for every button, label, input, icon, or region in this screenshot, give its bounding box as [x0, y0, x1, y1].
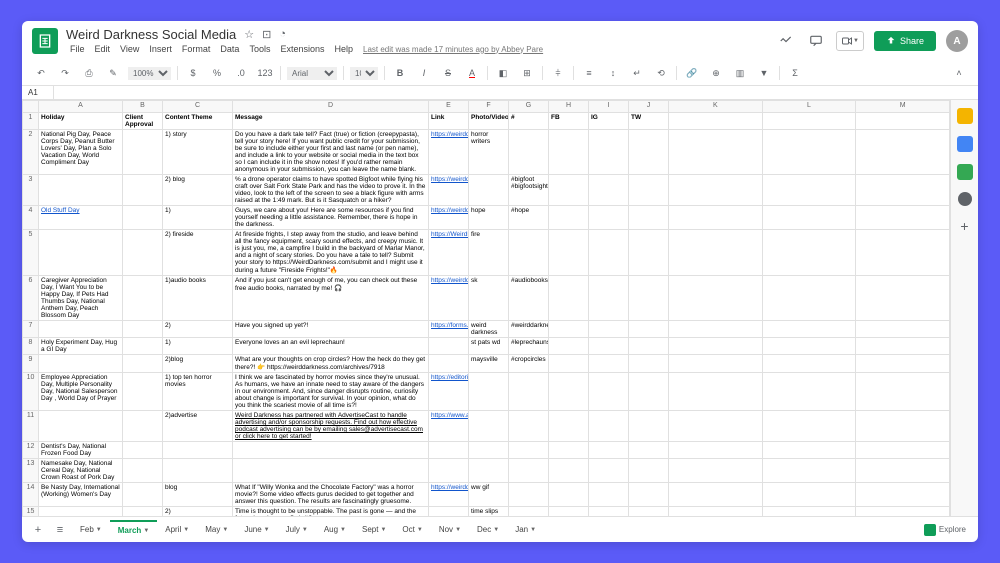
redo-icon[interactable]: ↷: [56, 64, 74, 82]
table-row[interactable]: 6Caregiver Appreciation Day, I Want You …: [23, 276, 950, 321]
history-icon[interactable]: [776, 31, 796, 51]
titlebar: Weird Darkness Social Media ☆ ⊡ ◔ File E…: [22, 21, 978, 61]
sheet-tab-oct[interactable]: Oct ▼: [394, 520, 430, 539]
strike-icon[interactable]: S: [439, 64, 457, 82]
tasks-icon[interactable]: [957, 164, 973, 180]
merge-icon[interactable]: ⫩: [549, 64, 567, 82]
functions-icon[interactable]: Σ: [786, 64, 804, 82]
sheet-tab-jan[interactable]: Jan ▼: [507, 520, 544, 539]
contacts-icon[interactable]: [958, 192, 972, 206]
menu-extensions[interactable]: Extensions: [276, 43, 328, 55]
menu-help[interactable]: Help: [330, 43, 357, 55]
keep-icon[interactable]: [957, 136, 973, 152]
menu-file[interactable]: File: [66, 43, 89, 55]
insert-comment-icon[interactable]: ⊕: [707, 64, 725, 82]
fontsize-select[interactable]: 10: [350, 67, 378, 80]
table-row[interactable]: 8Holy Experiment Day, Hug a GI Day1)Ever…: [23, 338, 950, 355]
share-button[interactable]: Share: [874, 31, 936, 51]
menu-data[interactable]: Data: [216, 43, 243, 55]
menu-insert[interactable]: Insert: [145, 43, 176, 55]
sheet-tabs: + ≡ Feb ▼March ▼April ▼May ▼June ▼July ▼…: [22, 516, 978, 542]
app-window: Weird Darkness Social Media ☆ ⊡ ◔ File E…: [22, 21, 978, 542]
currency-icon[interactable]: $: [184, 64, 202, 82]
table-row[interactable]: 32) blog% a drone operator claims to hav…: [23, 175, 950, 206]
menu-format[interactable]: Format: [178, 43, 215, 55]
sheet-tab-dec[interactable]: Dec ▼: [469, 520, 507, 539]
zoom-select[interactable]: 100%: [128, 67, 171, 80]
menu-view[interactable]: View: [116, 43, 143, 55]
paint-format-icon[interactable]: ✎: [104, 64, 122, 82]
meet-icon[interactable]: ▼: [836, 31, 864, 51]
borders-icon[interactable]: ⊞: [518, 64, 536, 82]
table-row[interactable]: 12Dentist's Day, National Frozen Food Da…: [23, 442, 950, 459]
sheet-tab-feb[interactable]: Feb ▼: [72, 520, 110, 539]
decimal-icon[interactable]: .0: [232, 64, 250, 82]
doc-title[interactable]: Weird Darkness Social Media: [66, 27, 236, 42]
table-row[interactable]: 112)advertiseWeird Darkness has partnere…: [23, 411, 950, 442]
menu-tools[interactable]: Tools: [245, 43, 274, 55]
fillcolor-icon[interactable]: ◧: [494, 64, 512, 82]
avatar[interactable]: A: [946, 30, 968, 52]
column-headers[interactable]: ABCDEFGHIJKLM: [23, 101, 950, 113]
menu-edit[interactable]: Edit: [91, 43, 115, 55]
sheets-logo[interactable]: [32, 28, 58, 54]
star-icon[interactable]: ☆: [244, 28, 254, 41]
table-row[interactable]: 14Be Nasty Day, International (Working) …: [23, 483, 950, 507]
name-box[interactable]: A1: [22, 86, 54, 99]
sheet-tab-april[interactable]: April ▼: [157, 520, 197, 539]
table-row[interactable]: 2National Pig Day, Peace Corps Day, Pean…: [23, 130, 950, 175]
move-icon[interactable]: ⊡: [262, 28, 271, 41]
side-panel: +: [950, 100, 978, 516]
table-row[interactable]: 13Namesake Day, National Cereal Day, Nat…: [23, 459, 950, 483]
more-formats[interactable]: 123: [256, 64, 274, 82]
add-icon[interactable]: +: [960, 218, 968, 234]
last-edit-link[interactable]: Last edit was made 17 minutes ago by Abb…: [363, 45, 543, 54]
link-icon[interactable]: 🔗: [683, 64, 701, 82]
explore-label: Explore: [939, 525, 966, 534]
table-row[interactable]: 92)blogWhat are your thoughts on crop ci…: [23, 355, 950, 373]
filter-icon[interactable]: ▼: [755, 64, 773, 82]
halign-icon[interactable]: ≡: [580, 64, 598, 82]
cloud-icon[interactable]: ◔: [279, 28, 286, 41]
font-select[interactable]: Arial: [287, 67, 337, 80]
sheet-tab-nov[interactable]: Nov ▼: [431, 520, 469, 539]
sheet-tab-july[interactable]: July ▼: [278, 520, 316, 539]
share-label: Share: [900, 36, 924, 46]
calendar-icon[interactable]: [957, 108, 973, 124]
percent-icon[interactable]: %: [208, 64, 226, 82]
undo-icon[interactable]: ↶: [32, 64, 50, 82]
explore-button[interactable]: Explore: [918, 521, 972, 539]
sheet-tab-may[interactable]: May ▼: [197, 520, 236, 539]
table-row[interactable]: 72)Have you signed up yet?!https://forms…: [23, 321, 950, 338]
textcolor-icon[interactable]: A: [463, 64, 481, 82]
toolbar: ↶ ↷ ⎙ ✎ 100% $ % .0 123 Arial 10 B I S A…: [22, 61, 978, 86]
chart-icon[interactable]: ▥: [731, 64, 749, 82]
rotate-icon[interactable]: ⟲: [652, 64, 670, 82]
sheet-tab-aug[interactable]: Aug ▼: [316, 520, 354, 539]
menubar: File Edit View Insert Format Data Tools …: [66, 43, 768, 55]
collapse-toolbar-icon[interactable]: ˄: [950, 64, 968, 82]
valign-icon[interactable]: ↕: [604, 64, 622, 82]
all-sheets-icon[interactable]: ≡: [50, 520, 70, 540]
add-sheet-icon[interactable]: +: [28, 520, 48, 540]
explore-icon: [924, 524, 936, 536]
table-row[interactable]: 152)Time is thought to be unstoppable. T…: [23, 507, 950, 517]
sheet-tab-march[interactable]: March ▼: [110, 520, 158, 539]
italic-icon[interactable]: I: [415, 64, 433, 82]
wrap-icon[interactable]: ↵: [628, 64, 646, 82]
table-row[interactable]: 4Old Stuff Day1)Guys, we care about you!…: [23, 206, 950, 230]
comment-icon[interactable]: [806, 31, 826, 51]
sheet-tab-sept[interactable]: Sept ▼: [354, 520, 394, 539]
table-row[interactable]: 10Employee Appreciation Day, Multiple Pe…: [23, 373, 950, 411]
bold-icon[interactable]: B: [391, 64, 409, 82]
sheet-tab-june[interactable]: June ▼: [236, 520, 277, 539]
table-row[interactable]: 52) firesideAt fireside frights, I step …: [23, 230, 950, 276]
print-icon[interactable]: ⎙: [80, 64, 98, 82]
spreadsheet-grid[interactable]: ABCDEFGHIJKLM 1HolidayClient ApprovalCon…: [22, 100, 950, 516]
